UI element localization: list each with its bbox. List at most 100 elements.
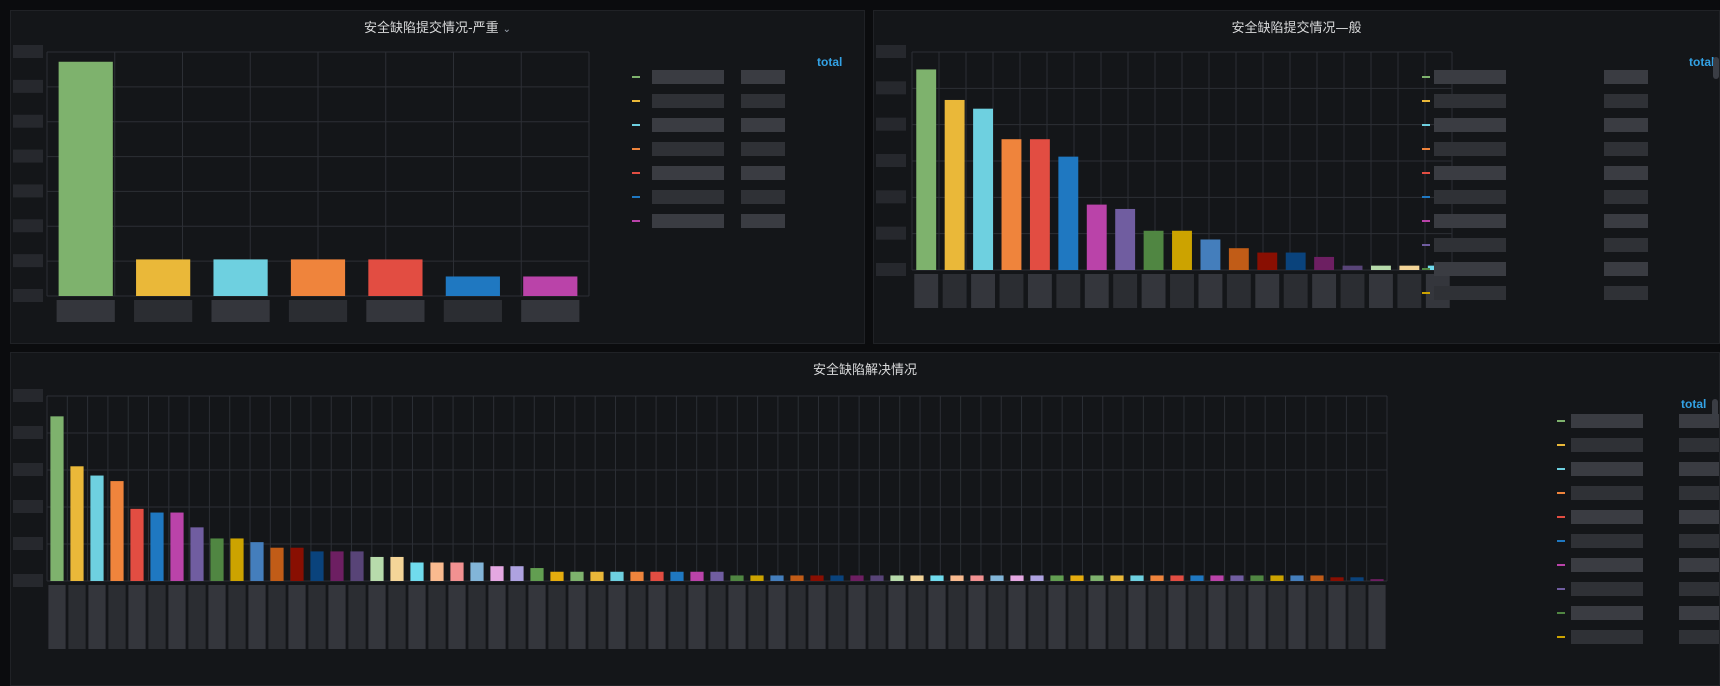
x-tick-label <box>999 274 1024 308</box>
bar-0 <box>50 416 64 581</box>
bar-28 <box>610 571 624 581</box>
x-tick-label <box>728 585 746 649</box>
legend-swatch <box>1557 516 1565 518</box>
legend-value <box>1604 286 1648 300</box>
bar-1 <box>136 259 191 296</box>
legend-value <box>1679 630 1719 644</box>
x-tick-label <box>942 274 967 308</box>
legend-label <box>1434 286 1506 300</box>
bar-64 <box>1330 577 1344 581</box>
bar-24 <box>530 568 544 581</box>
x-tick-label <box>108 585 126 649</box>
bar-3 <box>110 481 124 581</box>
legend-value <box>741 214 785 228</box>
x-tick-label <box>1312 274 1337 308</box>
x-tick-label <box>768 585 786 649</box>
legend-scrollbar[interactable] <box>1712 399 1718 421</box>
legend-value <box>1679 606 1719 620</box>
x-tick-label <box>521 300 580 322</box>
x-tick-label <box>628 585 646 649</box>
x-tick-label <box>1068 585 1086 649</box>
legend-value <box>1679 534 1719 548</box>
legend-scrollbar[interactable] <box>1713 57 1719 79</box>
x-tick-label <box>1397 274 1422 308</box>
x-tick-label <box>1248 585 1266 649</box>
legend-header-total[interactable]: total <box>1681 397 1706 411</box>
bar-62 <box>1290 575 1304 581</box>
x-tick-label <box>568 585 586 649</box>
bar-10 <box>250 542 264 581</box>
legend-swatch <box>1422 124 1430 126</box>
legend-swatch <box>1422 172 1430 174</box>
y-tick-label <box>13 149 43 163</box>
bar-47 <box>990 575 1004 581</box>
bar-9 <box>230 538 244 581</box>
x-tick-label <box>828 585 846 649</box>
legend-swatch <box>632 124 640 126</box>
legend-value <box>1604 214 1648 228</box>
legend-value <box>1604 94 1648 108</box>
x-tick-label <box>1048 585 1066 649</box>
legend-swatch <box>1422 100 1430 102</box>
x-tick-label <box>1148 585 1166 649</box>
legend-label <box>1434 214 1506 228</box>
bar-12 <box>290 547 304 581</box>
x-tick-label <box>528 585 546 649</box>
legend-swatch <box>1422 268 1430 270</box>
bar-1 <box>944 99 965 271</box>
legend-label <box>1434 238 1506 252</box>
x-tick-label <box>1228 585 1246 649</box>
legend-swatch <box>1557 636 1565 638</box>
x-tick-label <box>1088 585 1106 649</box>
x-tick-label <box>148 585 166 649</box>
legend-swatch <box>1422 148 1430 150</box>
x-tick-label <box>1188 585 1206 649</box>
legend-value <box>741 118 785 132</box>
bar-16 <box>370 556 384 581</box>
y-tick-label <box>13 45 43 58</box>
legend-swatch <box>1422 76 1430 78</box>
legend-swatch <box>1557 588 1565 590</box>
legend-header-total[interactable]: total <box>817 55 842 69</box>
bar-14 <box>1314 256 1335 270</box>
x-tick-label <box>1283 274 1308 308</box>
y-tick-label <box>876 117 906 131</box>
x-tick-label <box>688 585 706 649</box>
legend-label <box>1571 486 1643 500</box>
bar-36 <box>770 575 784 581</box>
legend-label <box>1571 414 1643 428</box>
y-tick-label <box>13 426 43 439</box>
x-tick-label <box>1056 274 1081 308</box>
x-tick-label <box>1108 585 1126 649</box>
legend-value <box>1604 142 1648 156</box>
bar-14 <box>330 551 344 581</box>
x-tick-label <box>948 585 966 649</box>
panel-severe: 安全缺陷提交情况-严重 ⌄ total <box>10 10 865 344</box>
x-tick-label <box>1368 585 1386 649</box>
bar-60 <box>1250 575 1264 581</box>
legend-label <box>1434 94 1506 108</box>
bar-27 <box>590 571 604 581</box>
legend-label <box>1571 606 1643 620</box>
legend-value <box>1679 582 1719 596</box>
legend-header-total[interactable]: total <box>1689 55 1714 69</box>
bar-6 <box>523 276 578 296</box>
bar-11 <box>1228 248 1249 270</box>
x-tick-label <box>388 585 406 649</box>
bar-54 <box>1130 575 1144 581</box>
x-tick-label <box>1168 585 1186 649</box>
legend-label <box>1571 558 1643 572</box>
bar-45 <box>950 575 964 581</box>
x-tick-label <box>468 585 486 649</box>
legend-swatch <box>632 148 640 150</box>
legend-value <box>1679 462 1719 476</box>
bar-37 <box>790 575 804 581</box>
legend-swatch <box>1557 612 1565 614</box>
x-tick-label <box>1141 274 1166 308</box>
bar-0 <box>58 61 113 297</box>
bar-11 <box>270 547 284 581</box>
x-tick-label <box>914 274 939 308</box>
bar-12 <box>1257 252 1278 270</box>
bar-16 <box>1371 265 1391 270</box>
legend-label <box>652 142 724 156</box>
